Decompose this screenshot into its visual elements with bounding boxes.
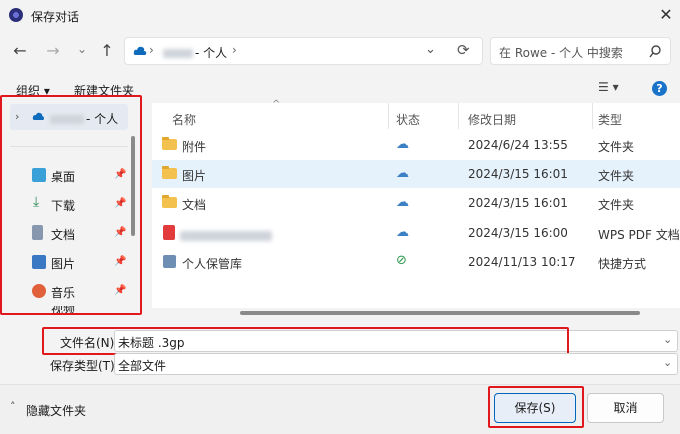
recent-locations-icon[interactable]: ⌄ [71, 38, 93, 60]
help-icon[interactable]: ? [652, 81, 667, 96]
file-date: 2024/6/24 13:55 [468, 138, 568, 152]
search-box[interactable]: 在 Rowe - 个人 中搜索 [490, 37, 671, 65]
file-date: 2024/3/15 16:01 [468, 167, 568, 181]
table-row[interactable]: 文档 ☁ 2024/3/15 16:01 文件夹 [152, 189, 680, 217]
back-arrow-icon[interactable]: ← [9, 40, 31, 62]
address-bar[interactable]: › - 个人 › ⌄ ⟳ [124, 37, 483, 65]
scrollbar-thumb[interactable] [240, 311, 640, 315]
filetype-dropdown-icon[interactable]: ⌄ [663, 356, 672, 369]
filetype-value[interactable]: 全部文件 [118, 357, 166, 374]
redacted-account-name [163, 46, 193, 58]
cloud-icon [133, 46, 147, 55]
file-date: 2024/11/13 10:17 [468, 255, 576, 269]
column-header-date[interactable]: 修改日期 [468, 111, 516, 128]
hide-folders-toggle[interactable]: 隐藏文件夹 [26, 402, 86, 419]
filetype-label: 保存类型(T): [50, 359, 119, 373]
cloud-status-icon: ☁ [396, 225, 409, 240]
view-options-icon[interactable]: ☰ ▾ [598, 80, 619, 94]
highlight-box-save [488, 386, 584, 428]
refresh-icon[interactable]: ⟳ [457, 41, 470, 59]
window-title: 保存对话 [31, 10, 80, 24]
column-header-name[interactable]: 名称 [172, 111, 196, 128]
file-type: 文件夹 [598, 198, 635, 212]
forward-arrow-icon[interactable]: → [42, 40, 64, 62]
cloud-status-icon: ☁ [396, 195, 409, 210]
app-icon [9, 8, 23, 22]
column-header-status[interactable]: 状态 [396, 111, 420, 128]
file-date: 2024/3/15 16:00 [468, 226, 568, 240]
file-name: 附件 [182, 140, 207, 154]
breadcrumb-separator: › [149, 43, 154, 57]
address-dropdown-icon[interactable]: ⌄ [425, 42, 436, 57]
file-type: 文件夹 [598, 169, 635, 183]
highlight-box-sidebar [0, 95, 142, 315]
file-name: 图片 [182, 169, 207, 183]
column-divider[interactable] [388, 103, 389, 129]
column-header-type[interactable]: 类型 [598, 111, 622, 128]
file-list: ^ 名称 状态 修改日期 类型 附件 ☁ 2024/6/24 13:55 文件夹… [152, 99, 680, 308]
file-date: 2024/3/15 16:01 [468, 196, 568, 210]
horizontal-scrollbar[interactable] [152, 308, 680, 318]
highlight-box-filename [42, 327, 569, 355]
table-row[interactable]: 图片 ☁ 2024/3/15 16:01 文件夹 [152, 160, 680, 188]
close-icon[interactable]: ✕ [655, 4, 677, 26]
file-type: WPS PDF 文档 [598, 228, 680, 242]
file-type: 快捷方式 [598, 257, 647, 271]
redacted-file-name [180, 228, 272, 242]
filetype-select[interactable]: 全部文件 ⌄ [114, 353, 678, 375]
filename-dropdown-icon[interactable]: ⌄ [663, 333, 672, 346]
sort-ascending-icon: ^ [272, 99, 281, 110]
file-type: 文件夹 [598, 140, 635, 154]
column-divider[interactable] [458, 103, 459, 129]
cloud-status-icon: ☁ [396, 137, 409, 152]
synced-status-icon: ⊘ [396, 253, 407, 268]
pdf-file-icon [163, 225, 175, 240]
up-arrow-icon[interactable]: ↑ [96, 40, 118, 62]
folder-icon [162, 195, 177, 208]
file-name: 文档 [182, 198, 207, 212]
cancel-button[interactable]: 取消 [587, 393, 664, 423]
breadcrumb-separator-2: › [232, 43, 237, 57]
folder-icon [162, 137, 177, 150]
folder-icon [162, 166, 177, 179]
shortcut-icon [163, 255, 176, 268]
cloud-status-icon: ☁ [396, 166, 409, 181]
title-bar: 保存对话 ✕ [0, 0, 680, 30]
file-name: 个人保管库 [182, 257, 243, 271]
table-row[interactable]: 个人保管库 ⊘ 2024/11/13 10:17 快捷方式 [152, 248, 680, 276]
table-row[interactable]: ☁ 2024/3/15 16:00 WPS PDF 文档 [152, 219, 680, 247]
chevron-up-icon[interactable]: ˄ [10, 400, 16, 413]
search-input[interactable]: 在 Rowe - 个人 中搜索 [499, 44, 623, 61]
column-divider[interactable] [592, 103, 593, 129]
search-icon[interactable] [649, 45, 662, 58]
breadcrumb-location[interactable]: - 个人 [195, 44, 227, 61]
table-row[interactable]: 附件 ☁ 2024/6/24 13:55 文件夹 [152, 131, 680, 159]
